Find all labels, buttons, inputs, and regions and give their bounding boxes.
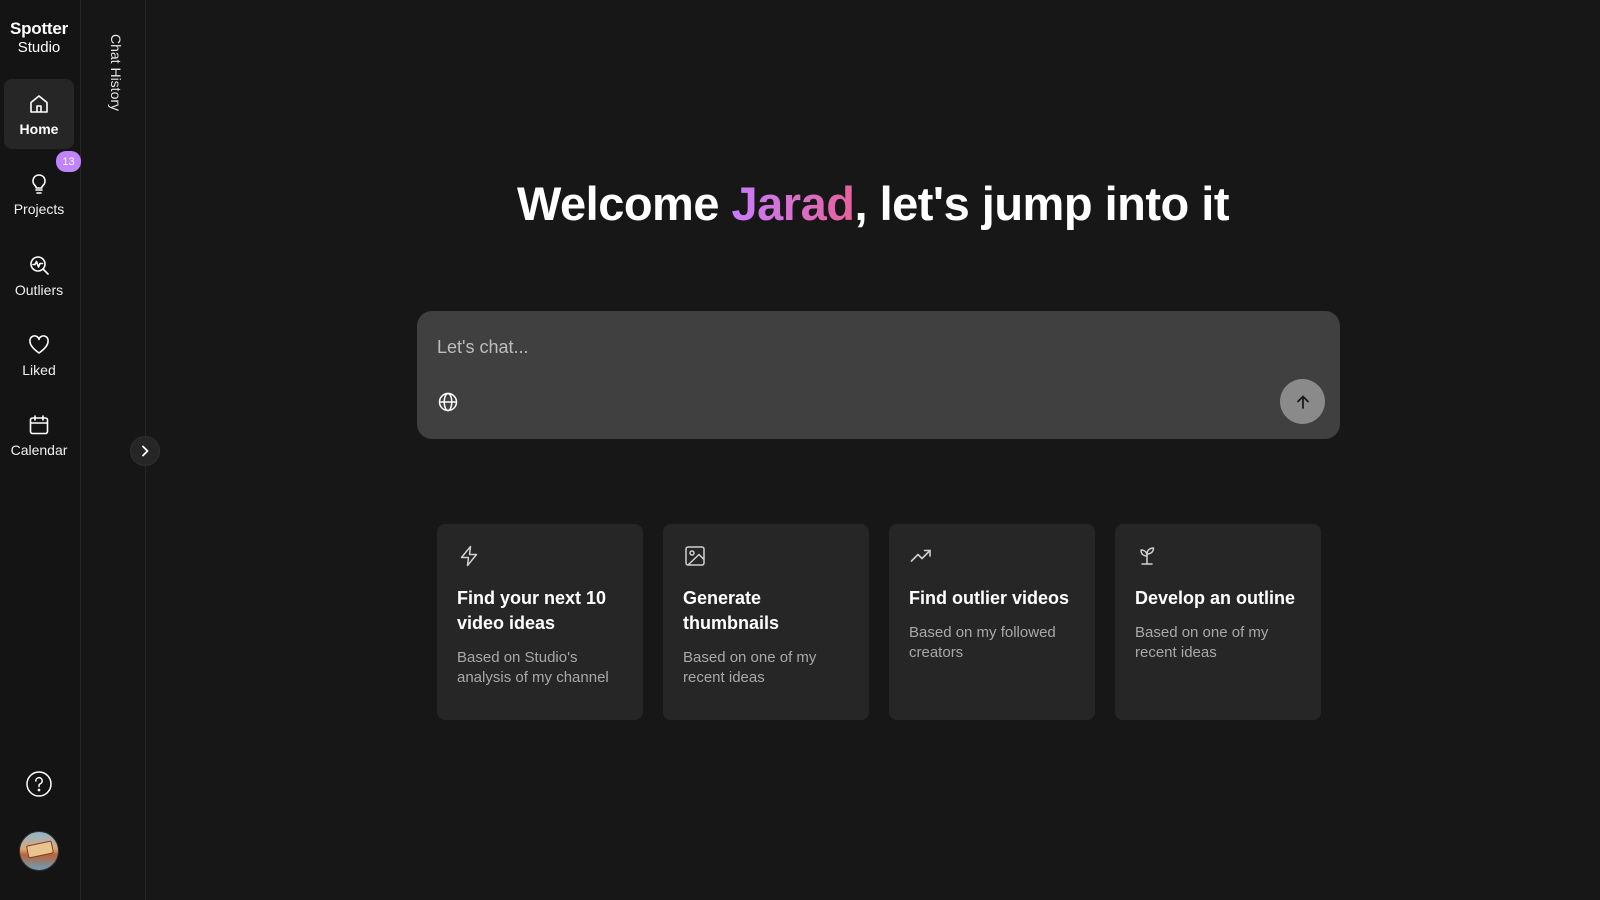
globe-icon[interactable]	[437, 391, 459, 413]
help-icon[interactable]	[25, 770, 53, 798]
brand-logo[interactable]: Spotter Studio	[0, 20, 78, 55]
card-title: Generate thumbnails	[683, 588, 780, 633]
sidebar-item-label: Home	[19, 120, 59, 137]
sidebar-item-home[interactable]: Home	[4, 79, 74, 149]
projects-count-badge: 13	[56, 151, 81, 172]
card-title: Find outlier videos	[909, 588, 1070, 608]
user-name: Jarad	[731, 177, 855, 230]
user-avatar[interactable]	[19, 831, 59, 871]
sidebar-item-liked[interactable]: Liked	[4, 320, 74, 390]
card-title: Develop an outline	[1135, 588, 1296, 608]
heart-icon	[29, 334, 49, 354]
app: Spotter Studio Home Projects 13 Outliers…	[0, 0, 1600, 900]
sprout-icon	[1140, 547, 1155, 565]
sidebar-item-label: Outliers	[14, 281, 64, 298]
chevron-right-icon	[142, 445, 149, 457]
card-subtitle: Based on Studio's analysis of my channel	[457, 649, 609, 686]
lightning-icon	[460, 545, 478, 567]
card-subtitle: Based on one of my recent ideas	[1135, 624, 1269, 661]
sidebar-item-label: Calendar	[10, 441, 68, 458]
trending-up-icon	[910, 549, 931, 562]
welcome-suffix: , let's jump into it	[854, 177, 1230, 230]
sidebar-item-calendar[interactable]: Calendar	[4, 400, 74, 470]
arrow-up-icon	[1296, 395, 1309, 409]
brand-subname: Studio	[17, 39, 61, 56]
card-subtitle: Based on one of my recent ideas	[683, 649, 817, 686]
send-button[interactable]	[1280, 379, 1325, 424]
sidebar-item-label: Liked	[22, 361, 56, 378]
lightbulb-icon	[32, 173, 46, 194]
outliers-icon	[30, 255, 49, 275]
chat-input[interactable]	[437, 333, 1257, 361]
home-icon	[30, 94, 48, 113]
calendar-icon	[29, 414, 49, 434]
card-subtitle: Based on my followed creators	[909, 624, 1056, 661]
brand-name: Spotter	[9, 19, 69, 38]
sidebar-item-outliers[interactable]: Outliers	[4, 240, 74, 310]
sidebar: Spotter Studio Home Projects 13 Outliers…	[0, 0, 81, 900]
welcome-heading: Welcome Jarad, let's jump into it	[146, 176, 1600, 231]
avatar-image	[25, 840, 55, 859]
expand-history-button[interactable]	[130, 436, 160, 466]
chat-history-tab[interactable]: Chat History	[108, 34, 124, 111]
suggestion-card-video-ideas[interactable]: Find your next 10 video ideas Based on S…	[437, 524, 643, 720]
suggestion-card-thumbnails[interactable]: Generate thumbnails Based on one of my r…	[663, 524, 869, 720]
suggestion-card-outline[interactable]: Develop an outline Based on one of my re…	[1115, 524, 1321, 720]
card-title: Find your next 10 video ideas	[457, 588, 607, 633]
chat-composer	[417, 311, 1340, 439]
welcome-prefix: Welcome	[516, 177, 732, 230]
image-icon	[685, 546, 705, 566]
suggestion-card-outliers[interactable]: Find outlier videos Based on my followed…	[889, 524, 1095, 720]
sidebar-item-label: Projects	[13, 200, 65, 217]
